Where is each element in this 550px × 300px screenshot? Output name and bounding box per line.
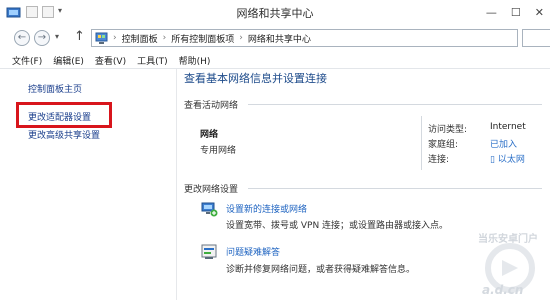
setup-new-connection-description: 设置宽带、拨号或 VPN 连接；或设置路由器或接入点。 — [226, 221, 449, 231]
minimize-button[interactable]: — — [486, 6, 497, 19]
window-title: 网络和共享中心 — [236, 7, 314, 20]
breadcrumb-control-panel[interactable]: 控制面板 — [122, 32, 158, 45]
access-type-value: Internet — [490, 122, 526, 132]
change-settings-heading: 更改网络设置 — [184, 185, 239, 195]
troubleshoot-problems-description: 诊断并修复网络问题，或者获得疑难解答信息。 — [226, 265, 416, 275]
back-button[interactable]: ← — [14, 30, 30, 46]
watermark-logo: 当乐安卓门户 a.d.cn — [478, 232, 538, 297]
network-info-divider — [421, 116, 422, 170]
section-divider — [248, 188, 542, 189]
close-button[interactable]: ✕ — [535, 6, 544, 19]
homegroup-link[interactable]: 已加入 — [490, 137, 517, 150]
section-divider — [248, 104, 542, 105]
homegroup-label: 家庭组: — [428, 140, 459, 150]
ethernet-icon: ▯ — [490, 155, 495, 165]
connection-ethernet-link[interactable]: ▯ 以太网 — [490, 152, 525, 165]
access-type-label: 访问类型: — [428, 125, 468, 135]
search-input[interactable] — [522, 29, 550, 47]
title-bar: ▾ 网络和共享中心 — ☐ ✕ — [0, 0, 550, 26]
sidebar-item-change-advanced-sharing[interactable]: 更改高级共享设置 — [28, 128, 100, 141]
svg-text:a.d.cn: a.d.cn — [482, 283, 523, 296]
forward-button[interactable]: → — [34, 30, 50, 46]
sidebar-item-control-panel-home[interactable]: 控制面板主页 — [28, 82, 82, 95]
page-title: 查看基本网络信息并设置连接 — [184, 72, 327, 85]
menu-edit[interactable]: 编辑(E) — [53, 54, 84, 67]
setup-new-connection-link[interactable]: 设置新的连接或网络 — [226, 202, 307, 215]
breadcrumb-separator: › — [113, 33, 117, 43]
breadcrumb-all-items[interactable]: 所有控制面板项 — [171, 32, 234, 45]
breadcrumb-separator: › — [162, 33, 167, 43]
address-bar[interactable]: › 控制面板 › 所有控制面板项 › 网络和共享中心 — [91, 29, 518, 47]
menu-view[interactable]: 查看(V) — [95, 54, 126, 67]
annotation-highlight-box — [16, 102, 112, 128]
svg-text:当乐安卓门户: 当乐安卓门户 — [478, 232, 538, 245]
maximize-button[interactable]: ☐ — [511, 6, 521, 19]
menu-bar: 文件(F) 编辑(E) 查看(V) 工具(T) 帮助(H) — [0, 52, 550, 68]
troubleshoot-icon — [201, 244, 217, 259]
up-button[interactable]: ↑ — [74, 29, 85, 44]
navigation-bar: ← → ▾ ↑ › 控制面板 › 所有控制面板项 › 网络和共享中心 — [0, 26, 550, 50]
breadcrumb-separator: › — [239, 33, 243, 43]
connection-ethernet-label: 以太网 — [497, 155, 525, 165]
connections-label: 连接: — [428, 155, 450, 165]
window-controls: — ☐ ✕ — [486, 6, 544, 19]
network-type: 专用网络 — [200, 146, 237, 156]
breadcrumb-network-sharing[interactable]: 网络和共享中心 — [248, 32, 311, 45]
new-connection-icon — [201, 202, 218, 217]
site-watermark: 当乐安卓门户 a.d.cn — [424, 224, 544, 297]
menu-tools[interactable]: 工具(T) — [137, 54, 168, 67]
recent-locations-dropdown-icon[interactable]: ▾ — [55, 32, 59, 41]
active-networks-heading: 查看活动网络 — [184, 101, 239, 111]
troubleshoot-problems-link[interactable]: 问题疑难解答 — [226, 245, 280, 258]
menu-file[interactable]: 文件(F) — [12, 54, 42, 67]
network-name: 网络 — [200, 130, 219, 140]
control-panel-icon — [95, 32, 108, 44]
menu-help[interactable]: 帮助(H) — [179, 54, 211, 67]
